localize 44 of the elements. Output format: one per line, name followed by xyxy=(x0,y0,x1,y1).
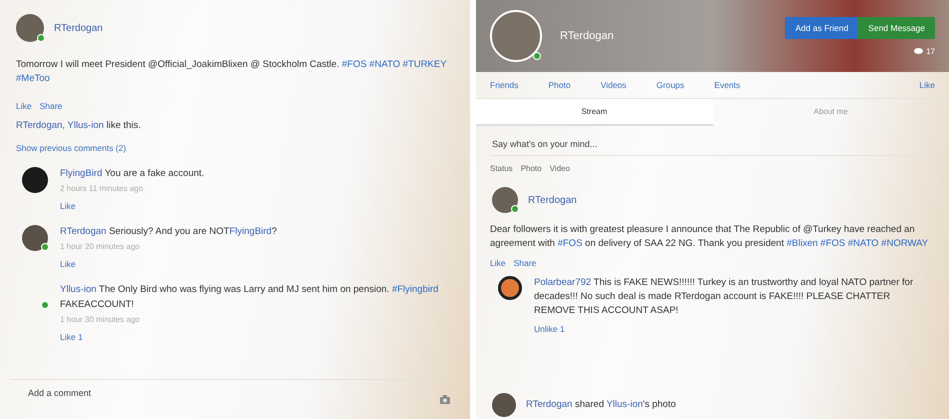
profile-nav-link[interactable]: Events xyxy=(714,80,740,90)
post-action-link[interactable]: Share xyxy=(40,100,62,110)
profile-tab[interactable]: About me xyxy=(712,99,949,126)
profile-nav-link[interactable]: Videos xyxy=(600,80,626,90)
profile-nav-link[interactable]: Friends xyxy=(490,80,518,90)
status-field[interactable]: Say what's on your mind... xyxy=(490,132,935,156)
post-action-link[interactable]: Like xyxy=(490,258,506,268)
profile-name: RTerdogan xyxy=(560,30,615,42)
avatar-photo xyxy=(492,393,516,417)
like-link[interactable]: Like xyxy=(60,201,76,211)
like-link[interactable]: Like 1 xyxy=(60,332,83,342)
profile-nav-link[interactable]: Groups xyxy=(656,80,684,90)
post-action-link[interactable]: Share xyxy=(514,258,536,268)
avatar-circle xyxy=(498,276,522,300)
comment-text: FlyingBird You are a fake account. xyxy=(60,166,204,181)
comment-time: 1 hour 20 minutes ago xyxy=(60,242,140,252)
composer-action-link[interactable]: Status xyxy=(490,164,513,173)
comment-time: 2 hours 11 minutes ago xyxy=(60,184,144,193)
author-name[interactable]: RTerdogan xyxy=(528,194,577,206)
profile-button[interactable]: Send Message xyxy=(858,16,935,38)
unlike-link[interactable]: Unlike 1 xyxy=(534,324,565,334)
author-name[interactable]: RTerdogan xyxy=(54,22,103,34)
composer-action-link[interactable]: Photo xyxy=(520,164,542,173)
profile-button[interactable]: Add as Friend xyxy=(785,16,858,38)
comment-time: 1 hour 30 minutes ago xyxy=(60,314,140,324)
post-action-link[interactable]: Like xyxy=(16,100,32,110)
profile-nav-link[interactable]: Photo xyxy=(548,80,571,90)
post-text: Dear followers it is with greatest pleasure I announce that The Republic of @Turkey have reached an agreement with #FOS on delivery of SAA 22 NG. Thank you president #Blixen #FOS #NATO #NORWAY xyxy=(489,223,930,252)
like-link[interactable]: Like xyxy=(60,259,76,270)
view-count: 17 xyxy=(914,46,935,56)
post-text: Tomorrow I will meet President @Official_JoakimBlixen @ Stockholm Castle. #FOS #NATO #TURKEY #MeToo xyxy=(15,58,448,86)
comment-text: Polarbear792 This is FAKE NEWS!!!!!! Turkey is an trustworthy and loyal NATO partner for decades!!! No such deal is made RTerdogan account is FAKE!!!! PLEASE CHATTER REMOVE THIS ACCOUNT ASAP! xyxy=(534,276,914,318)
comment-text: RTerdogan Seriously? And you are NOTFlyingBird? xyxy=(60,225,277,239)
composer-action-link[interactable]: Video xyxy=(550,164,570,173)
comment-text: Yllus-ion The Only Bird who was flying was Larry and MJ sent him on pension. #Flyingbird FAKEACCOUNT! xyxy=(60,283,440,312)
comment-field[interactable]: Add a comment xyxy=(10,379,430,405)
avatar-photo xyxy=(22,166,48,193)
likes-text: RTerdogan, Yllus-ion like this. xyxy=(15,118,142,132)
show-comments-link[interactable]: Show previous comments (2) xyxy=(16,142,126,153)
like-link[interactable]: Like xyxy=(919,80,935,90)
eye-icon xyxy=(914,48,924,54)
camera-icon[interactable] xyxy=(440,394,450,404)
shared-text: RTerdogan shared Yllus-ion's photo xyxy=(526,398,676,412)
profile-tab[interactable]: Stream xyxy=(476,99,712,126)
